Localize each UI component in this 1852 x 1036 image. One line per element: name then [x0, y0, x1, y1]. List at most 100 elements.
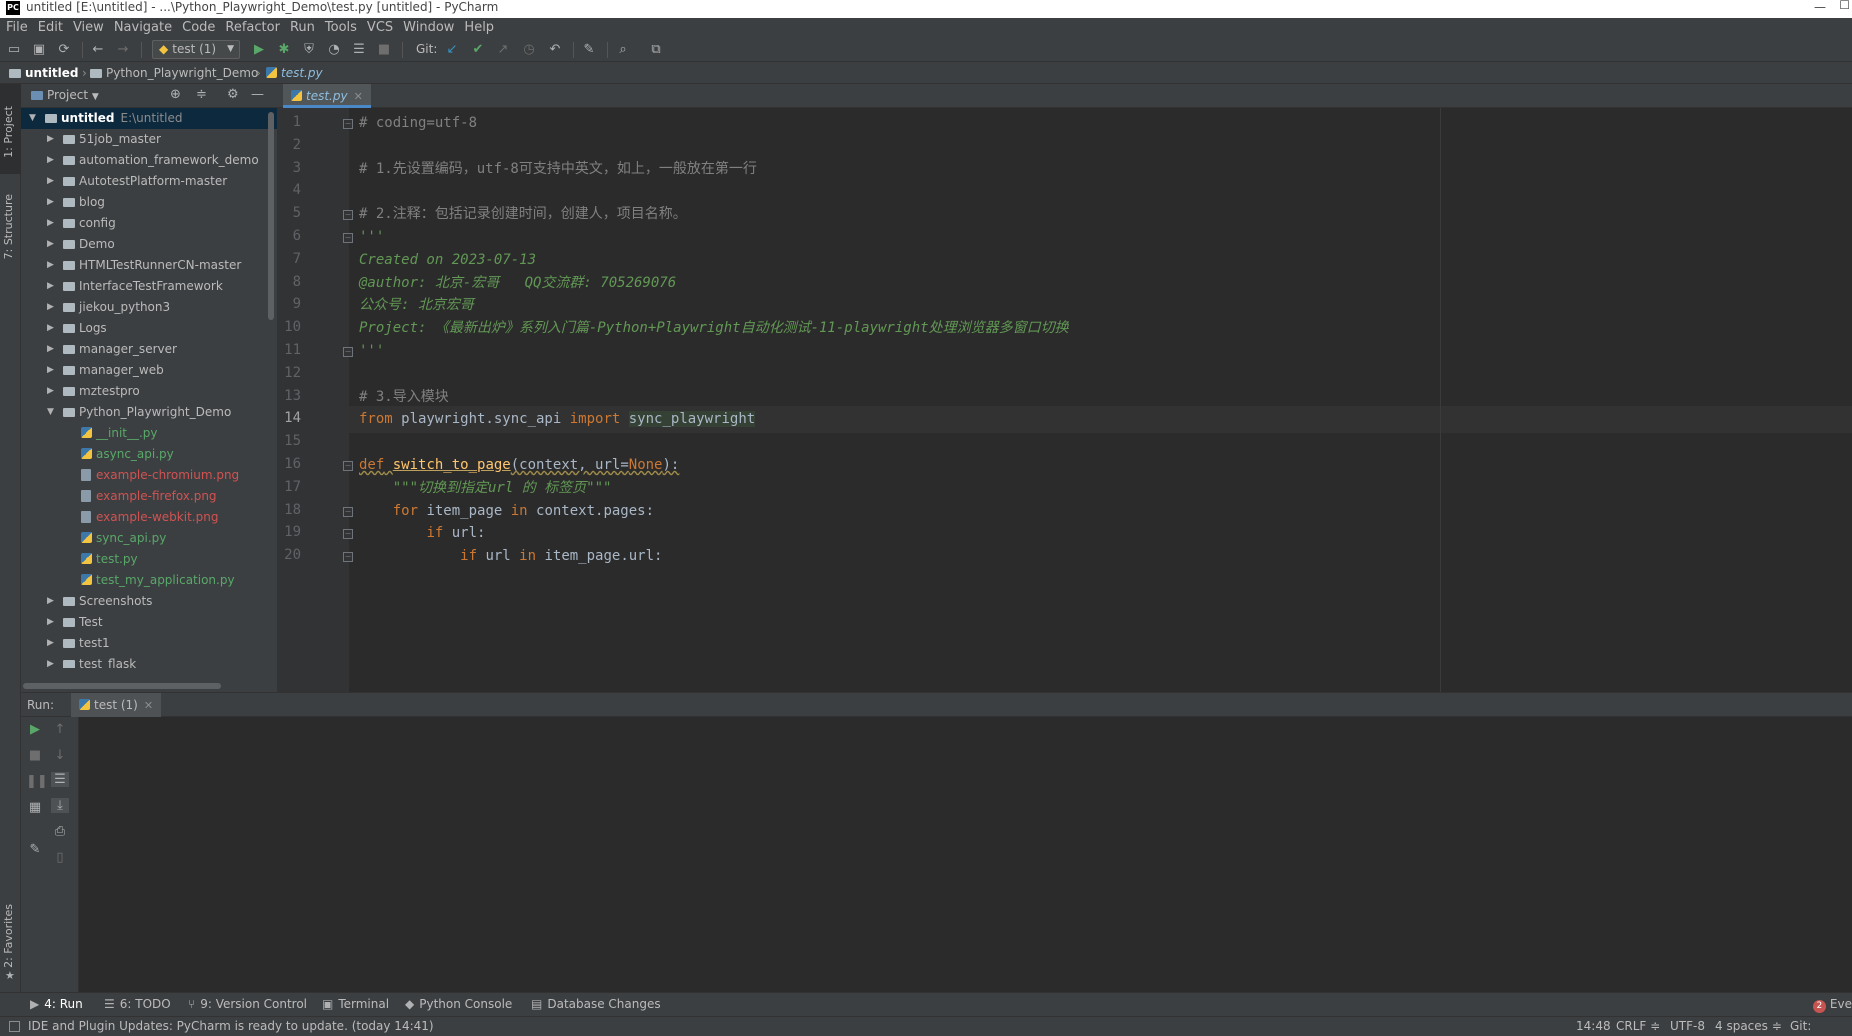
fold-marker-icon[interactable]: −	[343, 461, 353, 471]
hide-panel-icon[interactable]: —	[251, 87, 264, 102]
forward-arrow-icon[interactable]: →	[114, 41, 132, 59]
menu-code[interactable]: Code	[177, 18, 220, 38]
back-arrow-icon[interactable]: ←	[89, 41, 107, 59]
tree-folder-item[interactable]: ▶ mztestpro	[21, 381, 277, 402]
tree-vertical-scrollbar[interactable]	[268, 112, 274, 320]
collapse-all-icon[interactable]: ≑	[196, 87, 207, 102]
structure-tool-tab[interactable]: 7: Structure	[2, 194, 15, 259]
code-area[interactable]: # coding=utf-8 # 1.先设置编码，utf-8可支持中英文，如上，一…	[359, 108, 1852, 692]
tree-folder-item[interactable]: ▶ jiekou_python3	[21, 297, 277, 318]
fold-marker-icon[interactable]: −	[343, 529, 353, 540]
collapse-arrow-icon[interactable]: ▶	[47, 192, 54, 213]
open-folder-icon[interactable]: ▭	[5, 41, 23, 59]
vcs-update-icon[interactable]: ↙	[443, 41, 461, 59]
fold-marker-icon[interactable]: −	[343, 233, 353, 243]
tree-folder-item[interactable]: ▶ Screenshots	[21, 591, 277, 612]
scroll-to-end-icon[interactable]: ⤓	[51, 798, 69, 813]
tree-file-item[interactable]: example-firefox.png	[21, 486, 277, 507]
tool-tab-6-todo[interactable]: ☰ 6: TODO	[104, 997, 171, 1011]
tree-folder-item[interactable]: ▶ Demo	[21, 234, 277, 255]
fold-marker-icon[interactable]: −	[343, 210, 353, 221]
tool-tab-terminal[interactable]: ▣ Terminal	[322, 997, 389, 1011]
breadcrumb-project[interactable]: untitled	[9, 62, 79, 84]
tool-tab-python-console[interactable]: ◆ Python Console	[405, 997, 512, 1011]
fold-marker-icon[interactable]: −	[343, 552, 353, 563]
close-icon[interactable]: ✕	[354, 90, 363, 103]
menu-run[interactable]: Run	[285, 18, 320, 38]
pin-icon[interactable]: ✎	[26, 842, 44, 857]
event-log-tab[interactable]: 2 Eve	[1812, 997, 1852, 1013]
vcs-history-icon[interactable]: ◷	[520, 41, 538, 59]
tree-horizontal-scrollbar[interactable]	[23, 683, 221, 689]
collapse-arrow-icon[interactable]: ▶	[47, 360, 54, 381]
tool-tab-9-version-control[interactable]: ⑂ 9: Version Control	[188, 997, 307, 1011]
expand-arrow-icon[interactable]: ▼	[29, 108, 36, 129]
caret-position[interactable]: 14:48	[1576, 1017, 1611, 1036]
collapse-arrow-icon[interactable]: ▶	[47, 150, 54, 171]
collapse-arrow-icon[interactable]: ▶	[47, 381, 54, 402]
menu-view[interactable]: View	[68, 18, 109, 38]
tree-folder-item[interactable]: ▶ config	[21, 213, 277, 234]
menu-tools[interactable]: Tools	[320, 18, 362, 38]
tree-folder-item[interactable]: ▶ Test	[21, 612, 277, 633]
tree-folder-item[interactable]: ▶ HTMLTestRunnerCN-master	[21, 255, 277, 276]
run-console-output[interactable]	[79, 717, 1852, 992]
tree-file-item[interactable]: sync_api.py	[21, 528, 277, 549]
expand-arrow-icon[interactable]: ▼	[47, 402, 54, 423]
tree-file-item[interactable]: test_my_application.py	[21, 570, 277, 591]
line-separator[interactable]: CRLF ≑	[1616, 1017, 1660, 1036]
collapse-arrow-icon[interactable]: ▶	[47, 276, 54, 297]
collapse-arrow-icon[interactable]: ▶	[47, 318, 54, 339]
collapse-arrow-icon[interactable]: ▶	[47, 171, 54, 192]
collapse-arrow-icon[interactable]: ▶	[47, 234, 54, 255]
collapse-arrow-icon[interactable]: ▶	[47, 213, 54, 234]
menu-navigate[interactable]: Navigate	[109, 18, 177, 38]
stop-icon[interactable]: ■	[375, 41, 393, 59]
close-icon[interactable]: ✕	[144, 699, 153, 712]
project-tool-tab[interactable]: 1: Project	[2, 106, 15, 158]
menu-help[interactable]: Help	[459, 18, 499, 38]
synchronize-icon[interactable]: ⟳	[55, 41, 73, 59]
collapse-arrow-icon[interactable]: ▶	[47, 255, 54, 276]
tree-folder-item[interactable]: ▶ AutotestPlatform-master	[21, 171, 277, 192]
tree-folder-item[interactable]: ▶ test_flask	[21, 654, 277, 668]
tree-file-item[interactable]: example-chromium.png	[21, 465, 277, 486]
run-with-coverage-icon[interactable]: ⛨	[300, 41, 318, 59]
fold-marker-icon[interactable]: −	[343, 119, 353, 129]
profile-icon[interactable]: ◔	[325, 41, 343, 59]
run-tab[interactable]: test (1) ✕	[71, 693, 162, 717]
vcs-push-icon[interactable]: ↗	[494, 41, 512, 59]
vcs-commit-icon[interactable]: ✔	[469, 41, 487, 59]
up-arrow-icon[interactable]: ↑	[51, 722, 69, 737]
trash-icon[interactable]: ▯	[51, 850, 69, 865]
tree-folder-item[interactable]: ▶ manager_server	[21, 339, 277, 360]
tree-folder-item[interactable]: ▶ test1	[21, 633, 277, 654]
toggle-tool-windows-icon[interactable]	[9, 1021, 20, 1032]
indent-setting[interactable]: 4 spaces ≑	[1715, 1017, 1782, 1036]
vcs-branch[interactable]: Git: master	[1790, 1017, 1852, 1036]
restore-layout-icon[interactable]: ▦	[26, 800, 44, 815]
menu-refactor[interactable]: Refactor	[220, 18, 285, 38]
editor-tab-test-py[interactable]: test.py ✕	[283, 84, 371, 108]
collapse-arrow-icon[interactable]: ▶	[47, 612, 54, 633]
menu-file[interactable]: File	[0, 18, 33, 38]
tree-folder-item[interactable]: ▶ automation_framework_demo	[21, 150, 277, 171]
tree-file-item[interactable]: test.py	[21, 549, 277, 570]
collapse-arrow-icon[interactable]: ▶	[47, 129, 54, 150]
tree-folder-item[interactable]: ▼ Python_Playwright_Demo	[21, 402, 277, 423]
tree-file-item[interactable]: __init__.py	[21, 423, 277, 444]
tool-tab-database-changes[interactable]: ▤ Database Changes	[531, 997, 661, 1011]
stop-icon[interactable]: ■	[26, 748, 44, 763]
tree-folder-item[interactable]: ▶ blog	[21, 192, 277, 213]
collapse-arrow-icon[interactable]: ▶	[47, 633, 54, 654]
collapse-arrow-icon[interactable]: ▶	[47, 339, 54, 360]
minimize-button[interactable]: —	[1814, 0, 1826, 14]
tree-folder-item[interactable]: ▶ manager_web	[21, 360, 277, 381]
fold-marker-icon[interactable]: −	[343, 506, 353, 517]
tool-tab-4-run[interactable]: ▶ 4: Run	[30, 997, 83, 1011]
tree-folder-item[interactable]: ▶ Logs	[21, 318, 277, 339]
project-view-select[interactable]: Project ▼	[31, 88, 99, 102]
translate-icon[interactable]: ⧉	[647, 41, 665, 59]
tree-folder-item[interactable]: ▶ 51job_master	[21, 129, 277, 150]
search-icon[interactable]: ⌕	[614, 41, 632, 59]
